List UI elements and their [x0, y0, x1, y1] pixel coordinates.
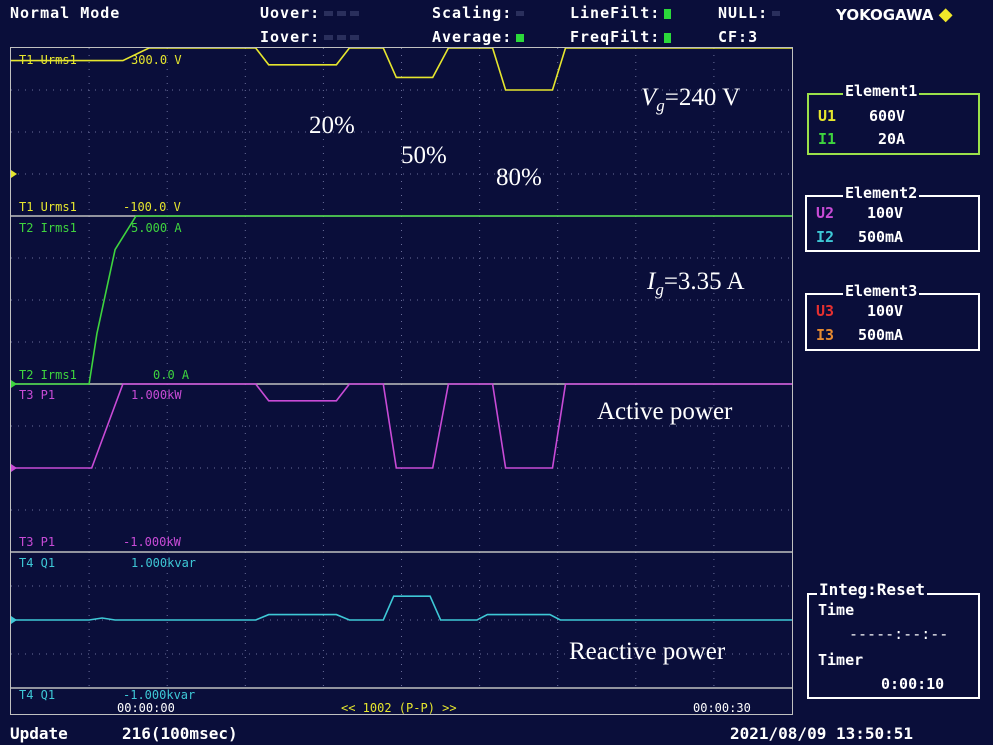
t4-bottom-value: -1.000kvar: [123, 688, 196, 702]
t1-top-value: 300.0 V: [131, 53, 182, 67]
t2-bottom-value: 0.0 A: [153, 368, 190, 382]
element1-panel[interactable]: Element1 U1 600V I1 20A: [807, 82, 980, 155]
t3-bottom-value: -1.000kW: [123, 535, 181, 549]
cf-label: CF:3: [718, 28, 759, 46]
scaling-indicator: Scaling:: [432, 4, 525, 22]
null-indicator: NULL:: [718, 4, 781, 22]
t1-top-label: T1 Urms1: [19, 53, 77, 67]
waveform-display: T1 Urms1 300.0 V T1 Urms1 -100.0 V T2 Ir…: [10, 47, 793, 715]
element3-current-row: I3 500mA: [816, 326, 904, 344]
t1-bottom-value: -100.0 V: [123, 200, 181, 214]
pct-20-annotation: 20%: [309, 112, 355, 139]
integ-timer-value: 0:00:10: [881, 675, 945, 693]
ground-marker: [11, 616, 17, 624]
integ-timer-label: Timer: [818, 651, 864, 669]
element3-voltage-row: U3 100V: [816, 302, 904, 320]
datetime-label: 2021/08/09 13:50:51: [730, 724, 914, 743]
iover-indicator: Iover:: [260, 28, 360, 46]
integ-time-value: -----:--:--: [849, 625, 949, 643]
integ-panel[interactable]: Integ:Reset Time -----:--:-- Timer 0:00:…: [807, 580, 980, 699]
element2-voltage-row: U2 100V: [816, 204, 904, 222]
t1-bottom-label: T1 Urms1: [19, 200, 77, 214]
vg-annotation: Vg=240 V: [641, 84, 741, 115]
brand-logo: YOKOGAWA ◆: [836, 4, 953, 25]
element3-title: Element3: [843, 282, 920, 300]
mode-label: Normal Mode: [10, 4, 121, 22]
ig-annotation: Ig=3.35 A: [647, 268, 745, 299]
ground-marker: [11, 380, 17, 388]
time-center: << 1002 (P-P) >>: [341, 701, 457, 715]
average-indicator: Average:: [432, 28, 525, 46]
active-power-annotation: Active power: [597, 398, 733, 425]
update-count: 216(100msec): [122, 724, 238, 743]
t2-top-label: T2 Irms1: [19, 221, 77, 235]
t3-top-value: 1.000kW: [131, 388, 182, 402]
reactive-power-annotation: Reactive power: [569, 638, 726, 665]
element1-title: Element1: [843, 82, 920, 100]
ground-marker: [11, 170, 17, 178]
linefilt-indicator: LineFilt:: [570, 4, 672, 22]
element2-current-row: I2 500mA: [816, 228, 904, 246]
element1-current-row: I1 20A: [818, 130, 906, 148]
element1-voltage-row: U1 600V: [818, 107, 906, 125]
t3-bottom-label: T3 P1: [19, 535, 56, 549]
t2-top-value: 5.000 A: [131, 221, 182, 235]
pct-80-annotation: 80%: [496, 164, 542, 191]
time-end: 00:00:30: [693, 701, 751, 715]
t4-top-label: T4 Q1: [19, 556, 56, 570]
freqfilt-indicator: FreqFilt:: [570, 28, 672, 46]
pct-50-annotation: 50%: [401, 142, 447, 169]
t3-top-label: T3 P1: [19, 388, 56, 402]
element3-panel[interactable]: Element3 U3 100V I3 500mA: [805, 282, 980, 351]
time-start: 00:00:00: [117, 701, 175, 715]
element2-title: Element2: [843, 184, 920, 202]
uover-indicator: Uover:: [260, 4, 360, 22]
ground-marker: [11, 464, 17, 472]
t2-bottom-label: T2 Irms1: [19, 368, 77, 382]
integ-time-label: Time: [818, 601, 855, 619]
update-label: Update: [10, 724, 68, 743]
element2-panel[interactable]: Element2 U2 100V I2 500mA: [805, 184, 980, 252]
t4-bottom-label: T4 Q1: [19, 688, 56, 702]
diamond-icon: ◆: [938, 4, 953, 25]
integ-title: Integ:Reset: [817, 580, 927, 599]
t4-top-value: 1.000kvar: [131, 556, 197, 570]
